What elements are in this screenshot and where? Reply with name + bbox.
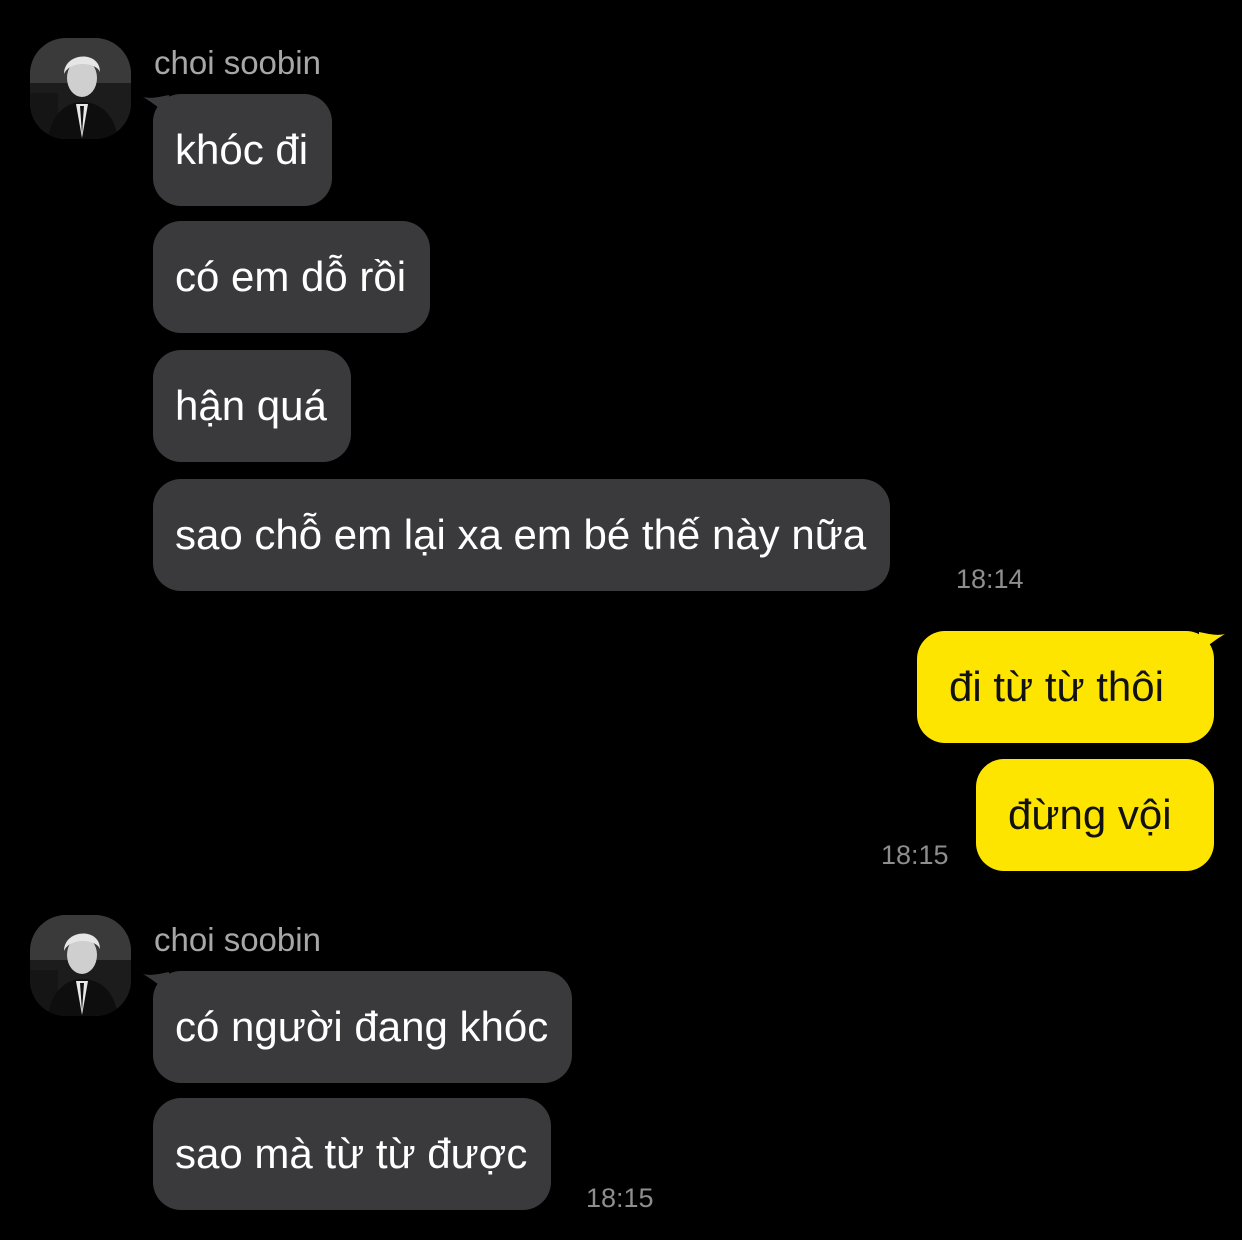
avatar[interactable] bbox=[30, 915, 131, 1016]
avatar[interactable] bbox=[30, 38, 131, 139]
profile-photo-avatar-icon bbox=[30, 38, 131, 139]
message-timestamp: 18:15 bbox=[881, 840, 949, 870]
message-timestamp: 18:15 bbox=[586, 1183, 654, 1213]
message-bubble[interactable]: sao chỗ em lại xa em bé thế này nữa bbox=[153, 479, 891, 591]
message-bubble[interactable]: đừng vội bbox=[976, 759, 1214, 871]
message-bubble[interactable]: có em dỗ rồi bbox=[153, 221, 431, 333]
message-bubble[interactable]: hận quá bbox=[153, 350, 351, 462]
message-bubble[interactable]: đi từ từ thôi bbox=[917, 631, 1214, 743]
profile-photo-avatar-icon bbox=[30, 915, 131, 1016]
sender-name: choi soobin bbox=[154, 44, 321, 81]
message-bubble[interactable]: sao mà từ từ được bbox=[153, 1098, 552, 1210]
message-bubble[interactable]: khóc đi bbox=[153, 94, 333, 206]
sender-name: choi soobin bbox=[154, 921, 321, 958]
message-bubble[interactable]: có người đang khóc bbox=[153, 971, 573, 1083]
message-timestamp: 18:14 bbox=[956, 564, 1024, 594]
